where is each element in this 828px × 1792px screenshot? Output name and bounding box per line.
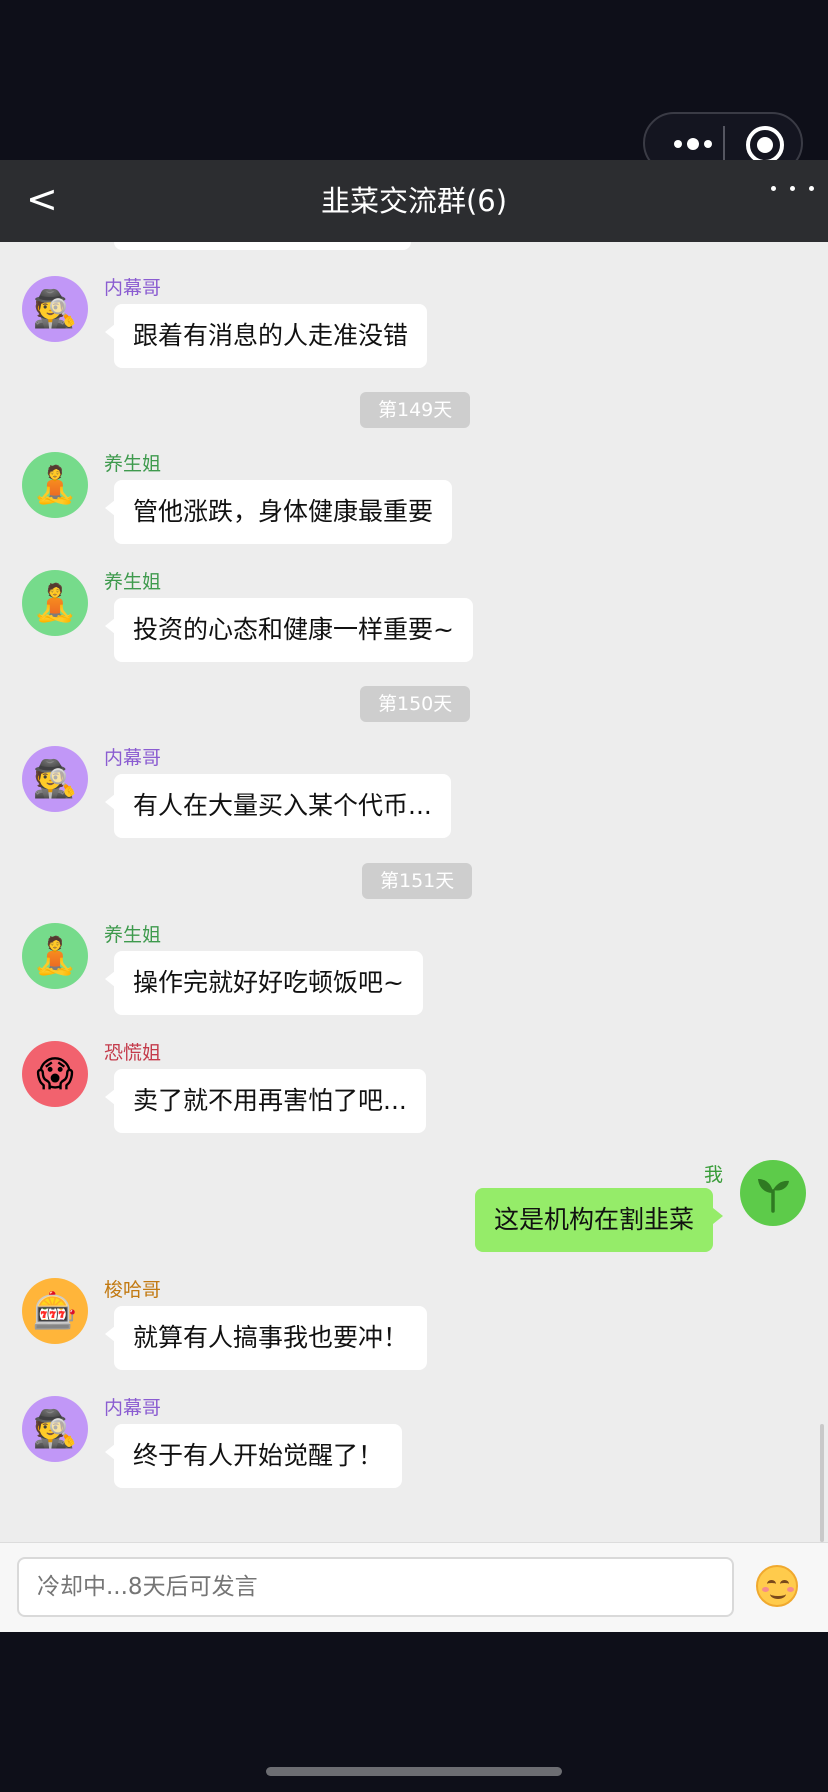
avatar[interactable]: 🕵️ [22,746,88,812]
message-input[interactable] [17,1557,734,1617]
sender-name: 梭哈哥 [104,1279,162,1301]
avatar[interactable]: 🎰 [22,1278,88,1344]
sender-name: 恐慌姐 [104,1042,162,1064]
input-bar [0,1542,828,1632]
meditation-icon: 🧘 [32,936,78,977]
sender-name: 养生姐 [104,924,162,946]
avatar[interactable]: 🧘 [22,452,88,518]
meditation-icon: 🧘 [32,465,78,506]
menu-dots-icon[interactable] [771,186,814,191]
spy-icon: 🕵️ [32,759,78,800]
scared-face-icon: 😱 [36,1053,74,1095]
my-message-bubble[interactable]: 这是机构在割韭菜 [474,1188,724,1252]
capsule-divider [723,126,725,162]
day-divider: 第151天 [362,863,473,899]
seedling-icon [758,1179,789,1213]
message-bubble[interactable]: 投资的心态和健康一样重要~ [105,598,473,662]
message-bubble[interactable]: 管他涨跌，身体健康最重要 [104,480,453,544]
avatar[interactable]: 🧘 [22,570,88,636]
message-list[interactable]: 🕵️ 内幕哥 跟着有消息的人走准没错 第149天 🧘 养生姐 管他涨跌，身体健康… [0,242,828,1542]
day-divider: 第150天 [360,686,471,722]
close-target-icon[interactable] [746,126,784,164]
more-dots-icon[interactable] [665,124,721,164]
home-indicator[interactable] [266,1767,562,1776]
sender-name: 内幕哥 [104,1397,162,1419]
avatar[interactable] [740,1160,806,1226]
avatar[interactable]: 🕵️ [22,276,88,342]
page-title: 韭菜交流群(6) [320,184,508,218]
message-bubble[interactable]: 终于有人开始觉醒了！ [104,1424,403,1488]
avatar[interactable]: 😱 [22,1041,88,1107]
spy-icon: 🕵️ [32,1409,78,1450]
smiling-face-icon[interactable] [756,1565,798,1607]
day-divider: 第149天 [360,392,471,428]
message-bubble[interactable]: 操作完就好好吃顿饭吧~ [105,951,423,1015]
avatar[interactable]: 🧘 [22,923,88,989]
message-bubble[interactable]: 就算有人搞事我也要冲！ [104,1306,428,1370]
slot-machine-icon: 🎰 [32,1291,78,1332]
scrollbar[interactable] [820,1424,824,1542]
message-bubble[interactable]: 卖了就不用再害怕了吧... [105,1069,426,1133]
sender-name: 内幕哥 [104,277,162,299]
sender-name: 我 [703,1164,723,1186]
sender-name: 养生姐 [104,571,162,593]
partial-message-bubble [114,242,411,250]
meditation-icon: 🧘 [32,583,78,624]
avatar[interactable]: 🕵️ [22,1396,88,1462]
message-bubble[interactable]: 有人在大量买入某个代币... [105,774,451,838]
sender-name: 内幕哥 [104,747,162,769]
spy-icon: 🕵️ [32,289,78,330]
sender-name: 养生姐 [104,453,162,475]
chat-header: < 韭菜交流群(6) [0,160,828,242]
message-bubble[interactable]: 跟着有消息的人走准没错 [104,304,428,368]
